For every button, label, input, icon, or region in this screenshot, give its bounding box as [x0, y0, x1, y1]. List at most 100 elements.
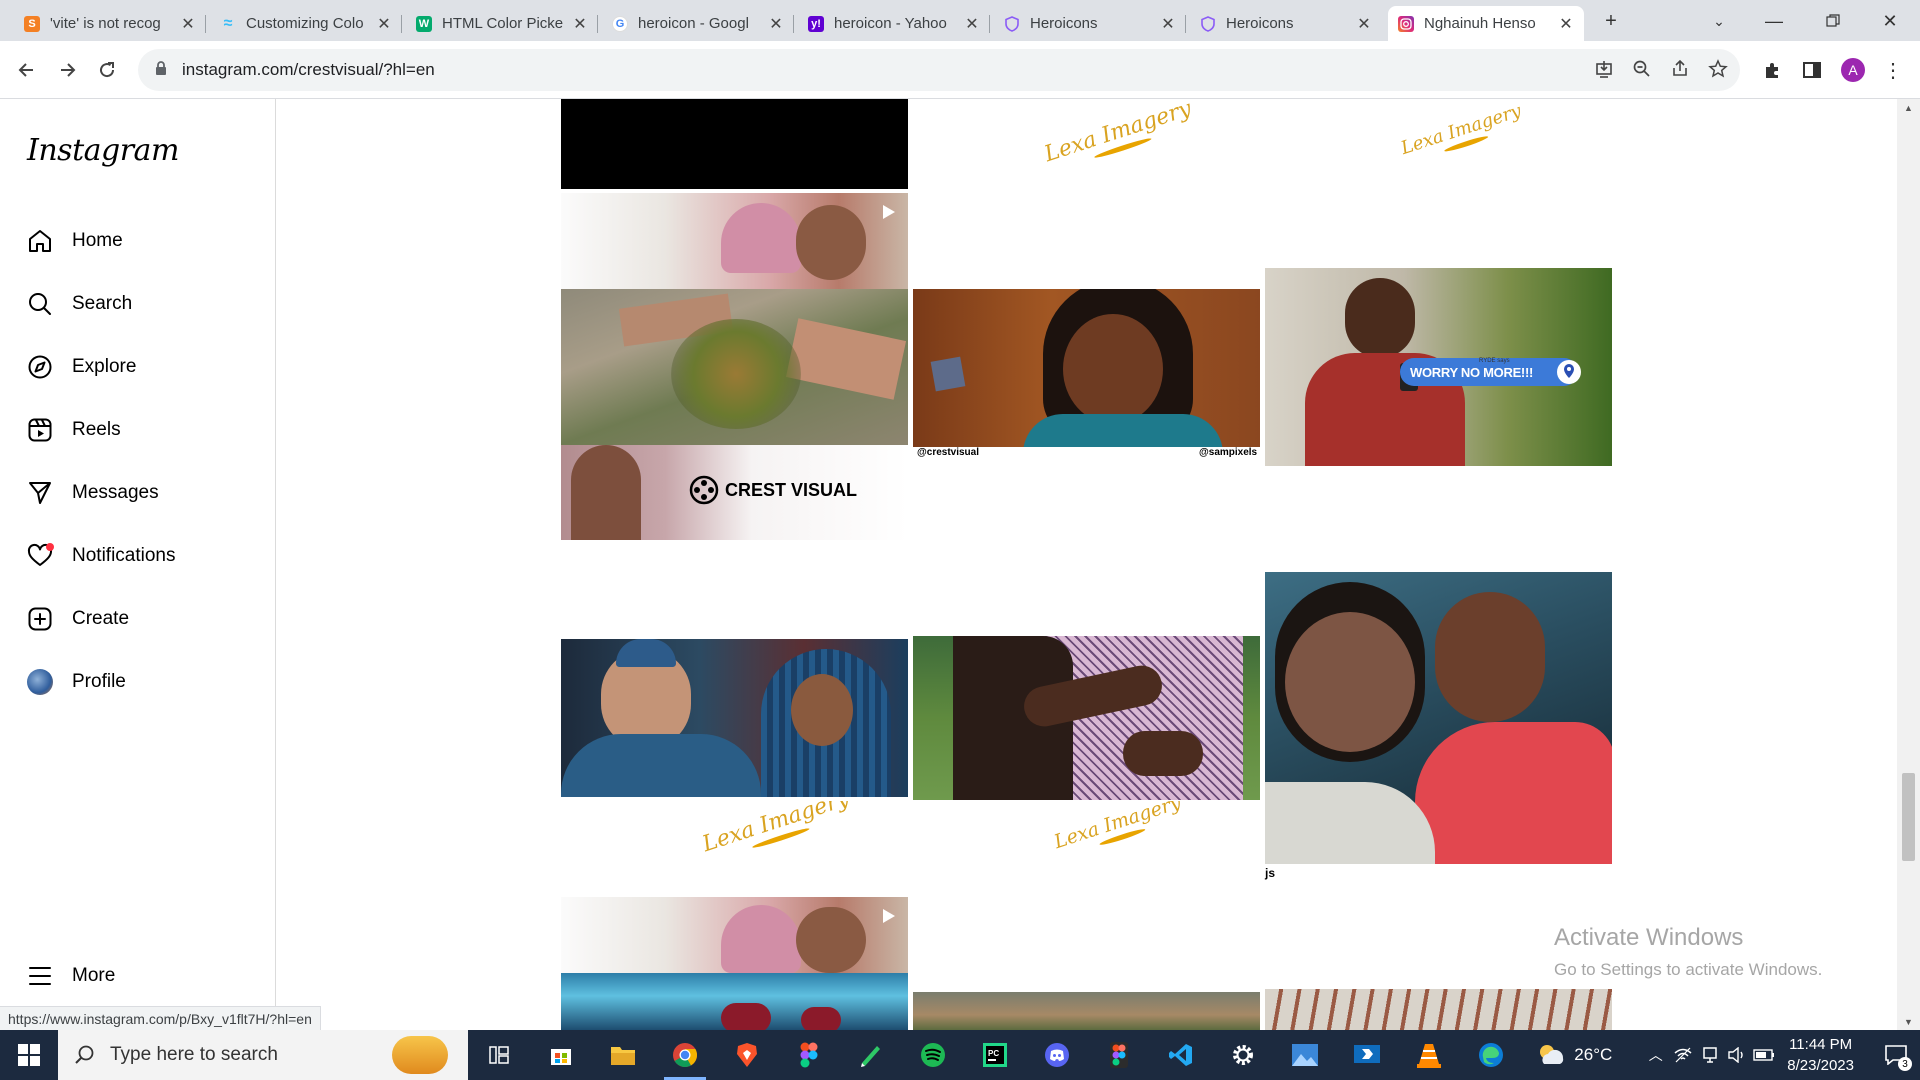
battery-icon[interactable] [1750, 1030, 1777, 1080]
zoom-icon[interactable] [1632, 59, 1652, 84]
nav-search[interactable]: Search [26, 284, 256, 324]
tab-2[interactable]: W HTML Color Picke ✕ [406, 6, 598, 41]
nav-home[interactable]: Home [26, 221, 256, 261]
restore-icon[interactable] [1813, 6, 1853, 36]
extensions-icon[interactable] [1757, 55, 1787, 85]
side-panel-icon[interactable] [1797, 55, 1827, 85]
post-crest-visual-promo[interactable]: CREST VISUAL [561, 445, 908, 540]
system-tray: 26°C ︿ 11:44 PM 8/23/2023 3 [1536, 1030, 1920, 1080]
post-aerial-landscape[interactable] [913, 992, 1260, 1030]
tab-7-active[interactable]: Nghainuh Henso ✕ [1388, 6, 1584, 41]
post-ryde-ad[interactable]: WORRY NO MORE!!! RYDE says [1265, 268, 1612, 466]
activate-windows-title: Activate Windows [1554, 924, 1744, 951]
post-couple-kiss[interactable] [561, 193, 908, 289]
close-icon[interactable]: ✕ [768, 14, 784, 34]
remote-desktop-icon[interactable] [1336, 1030, 1398, 1080]
vlc-icon[interactable] [1398, 1030, 1460, 1080]
scroll-thumb[interactable] [1902, 773, 1915, 861]
forward-icon[interactable] [52, 55, 82, 85]
tab-5[interactable]: Heroicons ✕ [994, 6, 1186, 41]
task-view-icon[interactable] [468, 1030, 530, 1080]
post-couple-blue[interactable] [561, 639, 908, 797]
weather-icon[interactable] [1536, 1042, 1566, 1068]
volume-icon[interactable] [1723, 1030, 1750, 1080]
pycharm-icon[interactable]: PC [964, 1030, 1026, 1080]
post-couple-embrace[interactable] [913, 636, 1260, 800]
vscode-icon[interactable] [1150, 1030, 1212, 1080]
settings-gear-icon[interactable] [1212, 1030, 1274, 1080]
close-icon[interactable]: ✕ [1160, 14, 1176, 34]
device-icon[interactable] [1696, 1030, 1723, 1080]
taskbar-search[interactable]: Type here to search [58, 1030, 468, 1080]
instagram-logo[interactable]: Instagram [27, 133, 179, 168]
clock[interactable]: 11:44 PM 8/23/2023 [1787, 1034, 1854, 1076]
post-black-video[interactable] [561, 99, 908, 189]
close-icon[interactable]: ✕ [1558, 14, 1574, 34]
credit-crestvisual: @crestvisual [917, 447, 980, 458]
browser-toolbar: instagram.com/crestvisual/?hl=en A ⋮ [0, 41, 1920, 99]
close-icon[interactable]: ✕ [572, 14, 588, 34]
share-icon[interactable] [1670, 59, 1690, 84]
figma-icon[interactable] [778, 1030, 840, 1080]
chrome-icon[interactable] [654, 1030, 716, 1080]
discord-icon[interactable] [1026, 1030, 1088, 1080]
page-scrollbar[interactable]: ▲ ▼ [1897, 99, 1920, 1030]
network-icon[interactable] [1669, 1030, 1696, 1080]
tab-6[interactable]: Heroicons ✕ [1190, 6, 1382, 41]
tab-4[interactable]: y! heroicon - Yahoo ✕ [798, 6, 990, 41]
temperature[interactable]: 26°C [1574, 1045, 1612, 1065]
notification-center-icon[interactable]: 3 [1872, 1030, 1920, 1080]
tab-0[interactable]: S 'vite' is not recog ✕ [14, 6, 206, 41]
tab-3[interactable]: G heroicon - Googl ✕ [602, 6, 794, 41]
address-bar[interactable]: instagram.com/crestvisual/?hl=en [138, 49, 1740, 91]
edge-icon[interactable] [1460, 1030, 1522, 1080]
tab-search-icon[interactable]: ⌄ [1699, 6, 1739, 36]
minimize-icon[interactable]: — [1754, 6, 1794, 36]
post-building[interactable] [1265, 989, 1612, 1030]
nav-notifications[interactable]: Notifications [26, 536, 256, 576]
close-window-icon[interactable]: ✕ [1870, 6, 1910, 36]
reload-icon[interactable] [92, 55, 122, 85]
post-aerial-compound[interactable] [561, 289, 908, 445]
post-lexa-watermark[interactable]: Lexa Imagery [913, 99, 1260, 289]
scroll-up-icon[interactable]: ▲ [1897, 99, 1920, 116]
tab-1[interactable]: ≈ Customizing Colo ✕ [210, 6, 402, 41]
start-button[interactable] [0, 1030, 58, 1080]
close-icon[interactable]: ✕ [964, 14, 980, 34]
nav-more[interactable]: More [26, 956, 256, 996]
scroll-down-icon[interactable]: ▼ [1897, 1013, 1920, 1030]
close-icon[interactable]: ✕ [1356, 14, 1372, 34]
nav-create[interactable]: Create [26, 599, 256, 639]
close-icon[interactable]: ✕ [376, 14, 392, 34]
close-icon[interactable]: ✕ [180, 14, 196, 34]
nav-explore[interactable]: Explore [26, 347, 256, 387]
figma-icon[interactable] [1088, 1030, 1150, 1080]
bookmark-star-icon[interactable] [1708, 59, 1728, 84]
profile-avatar[interactable]: A [1838, 55, 1868, 85]
post-smiling-woman[interactable] [913, 289, 1260, 447]
spotify-icon[interactable] [902, 1030, 964, 1080]
new-tab-button[interactable]: + [1591, 6, 1631, 36]
photos-icon[interactable] [1274, 1030, 1336, 1080]
post-lexa-watermark[interactable]: Lexa Imagery [1265, 99, 1612, 267]
nav-profile[interactable]: Profile [26, 662, 256, 702]
nav-reels[interactable]: Reels [26, 410, 256, 450]
post-bridal-makeup[interactable] [1265, 572, 1612, 864]
post-lexa-watermark[interactable]: Lexa Imagery [913, 801, 1260, 897]
url-text: instagram.com/crestvisual/?hl=en [182, 60, 435, 79]
stackoverflow-icon: S [24, 15, 40, 32]
post-lexa-watermark[interactable]: Lexa Imagery [561, 801, 908, 897]
post-stage-lights[interactable] [561, 973, 908, 1030]
brave-icon[interactable] [716, 1030, 778, 1080]
chevron-up-icon[interactable]: ︿ [1642, 1030, 1669, 1080]
excalidraw-icon[interactable] [840, 1030, 902, 1080]
back-icon[interactable] [12, 55, 42, 85]
install-app-icon[interactable] [1594, 59, 1614, 84]
microsoft-store-icon[interactable] [530, 1030, 592, 1080]
file-explorer-icon[interactable] [592, 1030, 654, 1080]
nav-messages[interactable]: Messages [26, 473, 256, 513]
lock-icon[interactable] [154, 60, 168, 81]
google-icon: G [612, 15, 628, 32]
post-couple-kiss[interactable] [561, 897, 908, 973]
menu-kebab-icon[interactable]: ⋮ [1878, 55, 1908, 85]
